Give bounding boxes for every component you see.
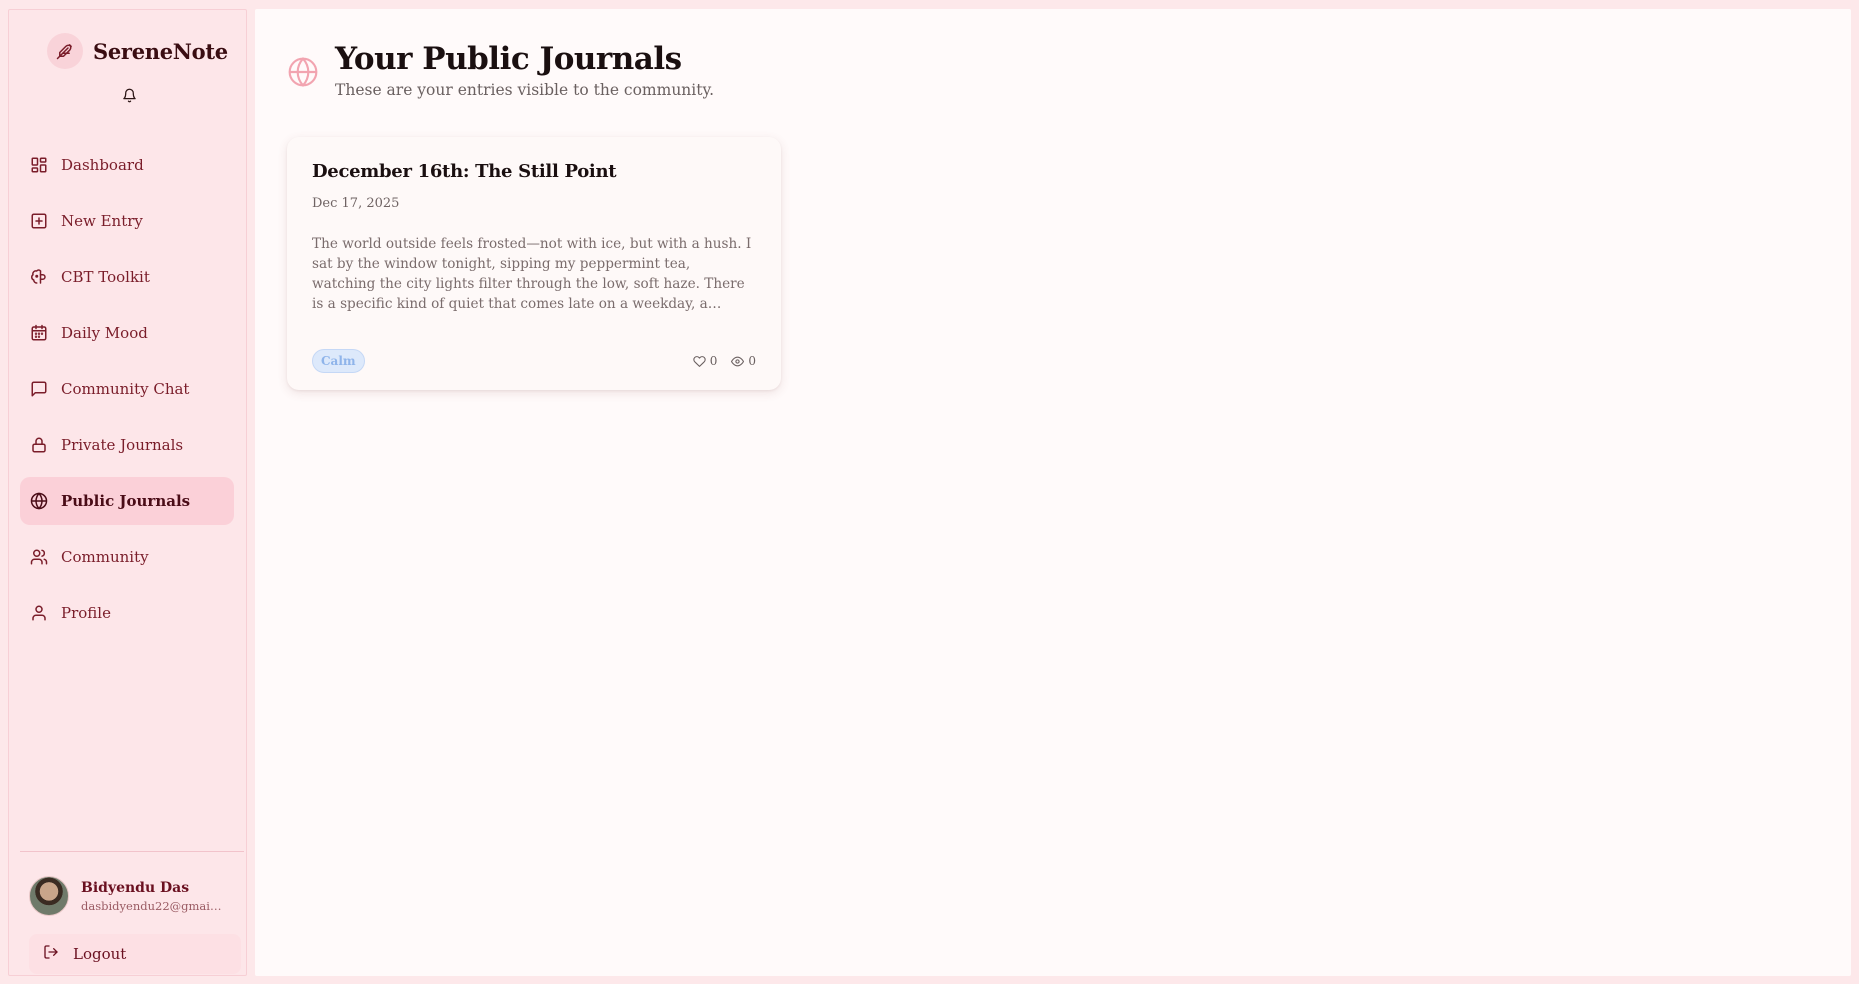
sidebar-item-label: Profile	[61, 604, 111, 622]
calendar-icon	[29, 323, 49, 343]
views-count: 0	[748, 354, 756, 368]
dashboard-icon	[29, 155, 49, 175]
likes-count: 0	[709, 354, 718, 368]
avatar	[29, 876, 69, 916]
sidebar-nav: Dashboard New Entry CBT Toolkit Daily Mo…	[20, 141, 234, 645]
sidebar-item-label: Public Journals	[61, 492, 191, 510]
app-root: SereneNote Dashboard New Entry CBT Toolk…	[0, 0, 1859, 984]
heart-icon	[693, 355, 706, 367]
brand[interactable]: SereneNote	[47, 25, 228, 77]
page-subtitle: These are your entries visible to the co…	[335, 81, 715, 99]
sidebar-item-label: Dashboard	[61, 156, 144, 174]
sidebar-divider	[20, 851, 244, 852]
users-icon	[29, 547, 49, 567]
sidebar-item-new-entry[interactable]: New Entry	[20, 197, 234, 245]
globe-icon	[29, 491, 49, 511]
sidebar-item-public-journals[interactable]: Public Journals	[20, 477, 234, 525]
logout-label: Logout	[73, 945, 127, 963]
bell-icon[interactable]	[119, 85, 139, 105]
sidebar-item-label: Daily Mood	[61, 324, 148, 342]
sidebar-item-label: Private Journals	[61, 436, 184, 454]
user-email: dasbidyendu22@gmail.com	[81, 898, 223, 913]
eye-icon	[731, 356, 745, 366]
journal-date: Dec 17, 2025	[312, 196, 400, 211]
globe-icon	[287, 56, 319, 88]
sidebar-item-cbt-toolkit[interactable]: CBT Toolkit	[20, 253, 234, 301]
sidebar-item-daily-mood[interactable]: Daily Mood	[20, 309, 234, 357]
sidebar-item-label: Community	[61, 548, 149, 566]
likes-stat[interactable]: 0	[693, 354, 718, 368]
sidebar-item-label: Community Chat	[61, 380, 190, 398]
page-title: Your Public Journals	[335, 41, 682, 77]
brain-icon	[29, 267, 49, 287]
views-stat: 0	[731, 354, 756, 368]
feather-logo-icon	[47, 33, 83, 69]
user-meta: Bidyendu Das dasbidyendu22@gmail.com	[81, 880, 223, 913]
journal-card[interactable]: December 16th: The Still Point Dec 17, 2…	[287, 137, 781, 390]
journal-excerpt: The world outside feels frosted—not with…	[312, 236, 752, 312]
sidebar-item-label: CBT Toolkit	[61, 268, 150, 286]
page-header: Your Public Journals These are your entr…	[287, 41, 714, 99]
sidebar-item-community[interactable]: Community	[20, 533, 234, 581]
app-name: SereneNote	[93, 38, 228, 64]
user-icon	[29, 603, 49, 623]
journal-stats: 0 0	[679, 354, 756, 368]
journal-footer: Calm 0 0	[312, 349, 756, 373]
journal-title[interactable]: December 16th: The Still Point	[312, 161, 756, 182]
main-content: Your Public Journals These are your entr…	[255, 9, 1851, 976]
sidebar-item-community-chat[interactable]: Community Chat	[20, 365, 234, 413]
mood-tag: Calm	[312, 349, 365, 373]
sidebar-item-dashboard[interactable]: Dashboard	[20, 141, 234, 189]
logout-icon	[43, 944, 59, 964]
sidebar-item-label: New Entry	[61, 212, 143, 230]
plus-square-icon	[29, 211, 49, 231]
sidebar-item-private-journals[interactable]: Private Journals	[20, 421, 234, 469]
lock-icon	[29, 435, 49, 455]
logout-button[interactable]: Logout	[29, 934, 241, 974]
user-profile[interactable]: Bidyendu Das dasbidyendu22@gmail.com	[29, 876, 223, 916]
user-name: Bidyendu Das	[81, 879, 190, 896]
sidebar: SereneNote Dashboard New Entry CBT Toolk…	[8, 9, 247, 976]
chat-icon	[29, 379, 49, 399]
sidebar-item-profile[interactable]: Profile	[20, 589, 234, 637]
